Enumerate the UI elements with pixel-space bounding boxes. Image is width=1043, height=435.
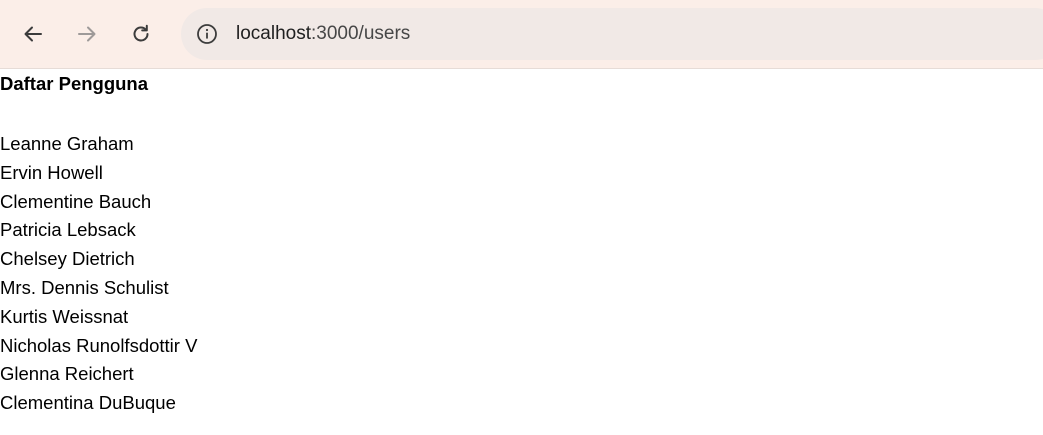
page-title: Daftar Pengguna [0, 73, 149, 94]
user-list-item: Kurtis Weissnat [0, 305, 129, 327]
user-list-item: Clementine Bauch [0, 190, 152, 212]
user-list-item: Patricia Lebsack [0, 219, 136, 241]
address-bar[interactable]: localhost:3000/users [181, 8, 1043, 60]
page-content: Daftar Pengguna Leanne Graham Ervin Howe… [0, 69, 1043, 435]
back-button[interactable] [13, 14, 53, 54]
url-path: :3000/users [311, 23, 411, 44]
user-list-item: Ervin Howell [0, 161, 103, 183]
forward-button[interactable] [67, 14, 107, 54]
user-list-item: Clementina DuBuque [0, 392, 176, 414]
arrow-left-icon [24, 26, 42, 42]
user-list: Leanne Graham Ervin Howell Clementine Ba… [0, 130, 197, 418]
site-info-button[interactable] [191, 18, 223, 50]
user-list-item: Mrs. Dennis Schulist [0, 276, 169, 298]
url-host: localhost [236, 23, 311, 44]
user-list-item: Chelsey Dietrich [0, 248, 135, 270]
user-list-item: Leanne Graham [0, 133, 134, 154]
user-list-item: Nicholas Runolfsdottir V [0, 334, 198, 356]
info-circle-icon [197, 24, 217, 44]
reload-icon [133, 24, 149, 42]
url-text[interactable]: localhost:3000/users [236, 8, 410, 60]
arrow-right-icon [78, 26, 96, 42]
reload-button[interactable] [121, 14, 161, 54]
user-list-item: Glenna Reichert [0, 363, 134, 385]
browser-toolbar: localhost:3000/users [0, 0, 1043, 69]
